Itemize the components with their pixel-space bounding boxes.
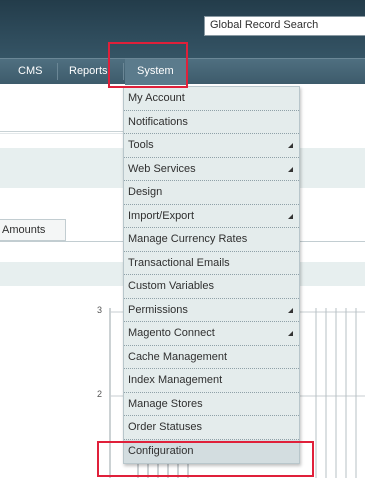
menu-item-label: Index Management (128, 374, 223, 386)
menu-item-label: Configuration (128, 444, 194, 457)
menu-item-label: Tools (128, 139, 154, 151)
content-divider (0, 133, 125, 134)
menu-item-magento-connect[interactable]: Magento Connect (124, 322, 299, 346)
menu-item-permissions[interactable]: Permissions (124, 299, 299, 322)
menu-item-label: Custom Variables (128, 280, 214, 292)
menu-item-label: Web Services (128, 162, 196, 175)
menu-item-my-account[interactable]: My Account (124, 87, 299, 111)
menu-item-label: Cache Management (128, 350, 228, 363)
submenu-arrow-icon (288, 213, 293, 219)
nav-item-system[interactable]: System (137, 59, 174, 84)
main-navigation: CMS Reports System (0, 58, 365, 85)
menu-item-manage-stores[interactable]: Manage Stores (124, 393, 299, 416)
menu-item-label: My Account (128, 92, 185, 104)
menu-item-label: Permissions (128, 303, 188, 316)
menu-item-cache-management[interactable]: Cache Management (124, 346, 299, 369)
nav-separator (187, 63, 188, 80)
menu-item-label: Import/Export (128, 209, 195, 222)
submenu-arrow-icon (288, 331, 293, 336)
menu-item-custom-variables[interactable]: Custom Variables (124, 275, 299, 299)
menu-item-order-statuses[interactable]: Order Statuses (124, 416, 299, 440)
menu-item-transactional-emails[interactable]: Transactional Emails (124, 252, 299, 275)
nav-separator (123, 63, 124, 80)
menu-item-label: Manage Currency Rates (128, 233, 248, 245)
menu-item-label: Transactional Emails (128, 256, 230, 269)
nav-item-cms[interactable]: CMS (18, 59, 42, 84)
menu-item-configuration[interactable]: Configuration (124, 439, 299, 463)
menu-item-label: Manage Stores (128, 397, 203, 410)
nav-separator (57, 63, 58, 80)
menu-item-label: Magento Connect (128, 327, 215, 339)
submenu-arrow-icon (288, 307, 293, 313)
chart-y-tick-label: 3 (97, 305, 103, 315)
menu-item-tools[interactable]: Tools (124, 134, 299, 158)
submenu-arrow-icon (288, 166, 293, 172)
admin-header: Global Record Search (0, 0, 365, 58)
menu-item-label: Order Statuses (128, 421, 202, 433)
menu-item-manage-currency-rates[interactable]: Manage Currency Rates (124, 228, 299, 252)
menu-item-web-services[interactable]: Web Services (124, 158, 299, 181)
menu-item-import-export[interactable]: Import/Export (124, 205, 299, 228)
nav-item-reports[interactable]: Reports (69, 59, 108, 84)
chart-y-tick-label: 2 (97, 389, 103, 399)
menu-item-label: Notifications (128, 115, 188, 128)
global-record-search-input[interactable]: Global Record Search (204, 16, 365, 36)
content-divider (0, 131, 125, 132)
menu-item-notifications[interactable]: Notifications (124, 111, 299, 134)
submenu-arrow-icon (288, 143, 293, 148)
tab-amounts[interactable]: Amounts (0, 219, 66, 241)
menu-item-index-management[interactable]: Index Management (124, 369, 299, 393)
menu-item-design[interactable]: Design (124, 181, 299, 205)
menu-item-label: Design (128, 186, 163, 198)
system-dropdown-menu: My Account Notifications Tools Web Services… (123, 86, 300, 464)
